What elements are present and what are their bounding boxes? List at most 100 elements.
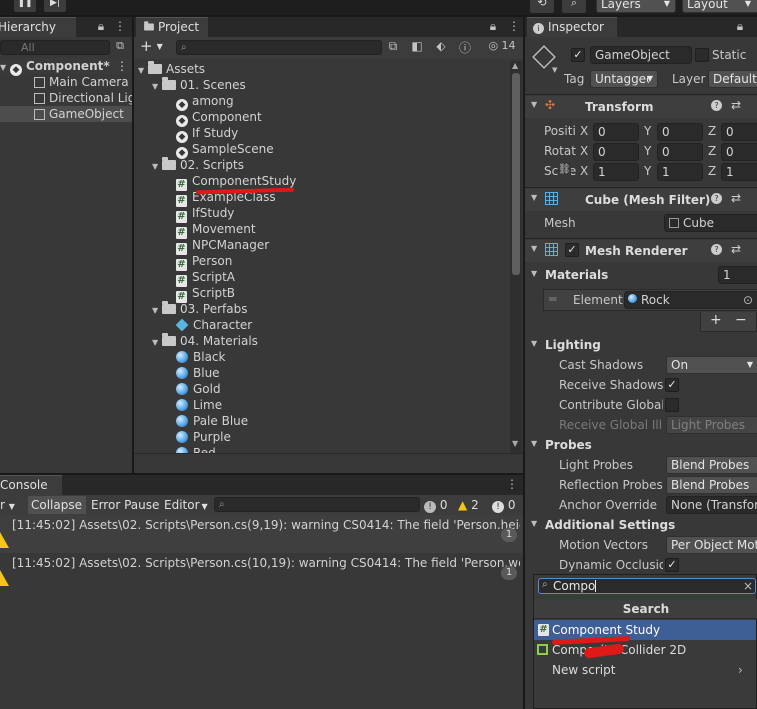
tab-inspector[interactable]: i Inspector (527, 17, 617, 37)
help-icon[interactable]: ? (711, 193, 722, 204)
object-name-field[interactable]: GameObject (590, 46, 692, 64)
result-component-study[interactable]: # Component Study (534, 620, 756, 640)
contribute-gi-toggle[interactable] (665, 398, 679, 412)
project-item-blue[interactable]: Blue (166, 365, 220, 381)
add-element-button[interactable]: + (710, 312, 722, 328)
project-item-movement[interactable]: # Movement (166, 221, 256, 239)
project-item-among[interactable]: ◆ among (166, 93, 234, 111)
static-toggle[interactable] (695, 48, 709, 62)
axis-y-label[interactable]: Y (644, 164, 651, 178)
project-item-pale-blue[interactable]: Pale Blue (166, 413, 248, 429)
transform-rotation-y-field[interactable]: 0 (657, 143, 703, 161)
project-item-01-scenes[interactable]: ▼ 01. Scenes (152, 77, 246, 93)
more-options-icon[interactable]: ⋮ (508, 19, 520, 33)
project-item-component[interactable]: ◆ Component (166, 109, 262, 127)
help-icon[interactable]: ? (711, 244, 722, 255)
axis-x-label[interactable]: X (580, 164, 588, 178)
mesh-renderer-enabled-toggle[interactable]: ✓ (565, 243, 579, 257)
lock-icon[interactable]: 🔒︎ (487, 19, 499, 34)
help-icon[interactable]: ? (711, 100, 722, 111)
error-count-toggle[interactable]: ! 0 (492, 496, 522, 514)
project-item-npcmanager[interactable]: # NPCManager (166, 237, 269, 255)
axis-y-label[interactable]: Y (644, 124, 651, 138)
collapse-arrow-icon[interactable]: ▼ (152, 159, 162, 175)
axis-z-label[interactable]: Z (708, 144, 716, 158)
active-toggle[interactable]: ✓ (571, 48, 585, 62)
step-button[interactable]: ▶| (44, 0, 66, 12)
collapse-button[interactable]: Collapse (28, 496, 86, 514)
clear-button[interactable]: r ▼ (0, 496, 26, 514)
project-item-character[interactable]: Character (166, 317, 252, 333)
transform-position-z-field[interactable]: 0 (721, 123, 757, 141)
hierarchy-item-main-camera[interactable]: Main Camera (34, 74, 129, 90)
project-item-componentstudy[interactable]: # ComponentStudy (166, 173, 296, 191)
lock-icon[interactable]: 🔒︎ (734, 19, 746, 34)
collapse-arrow-icon[interactable]: ▼ (152, 303, 162, 319)
project-item-red[interactable]: Red (166, 445, 216, 453)
result-new-script[interactable]: New script › (534, 660, 756, 680)
remove-element-button[interactable]: − (735, 312, 747, 328)
axis-z-label[interactable]: Z (708, 124, 716, 138)
hierarchy-scene-row[interactable]: ▼ ◆ Component* ⋮ (0, 58, 132, 76)
scroll-up-icon[interactable]: ▲ (512, 61, 518, 70)
project-item-samplescene[interactable]: ◆ SampleScene (166, 141, 274, 159)
project-item-scriptb[interactable]: # ScriptB (166, 285, 235, 303)
tab-hierarchy[interactable]: Hierarchy (0, 17, 76, 37)
lock-icon[interactable]: 🔒︎ (95, 19, 107, 34)
settings-sliders-icon[interactable]: ⇄ (731, 191, 741, 205)
collapse-arrow-icon[interactable]: ▼ (152, 335, 162, 351)
mesh-renderer-header[interactable]: ▼ ✓ Mesh Renderer ? ⇄ (525, 240, 757, 262)
axis-z-label[interactable]: Z (708, 164, 716, 178)
anchor-override-field[interactable]: None (Transform) (666, 496, 757, 514)
visibility-icon[interactable]: ◎ 14 (484, 39, 520, 52)
project-item-lime[interactable]: Lime (166, 397, 222, 413)
lighting-foldout[interactable]: ▼ Lighting (525, 336, 757, 356)
more-options-icon[interactable]: ⋮ (114, 19, 126, 33)
transform-scale-x-field[interactable]: 1 (593, 163, 639, 181)
project-item-person[interactable]: # Person (166, 253, 232, 271)
mesh-filter-header[interactable]: ▼ Cube (Mesh Filter) ? ⇄ (525, 189, 757, 211)
scroll-thumb[interactable] (512, 73, 520, 275)
transform-position-x-field[interactable]: 0 (593, 123, 639, 141)
element-material-field[interactable]: Rock ⊙ (624, 291, 757, 309)
settings-sliders-icon[interactable]: ⇄ (731, 242, 741, 256)
project-item-gold[interactable]: Gold (166, 381, 221, 397)
error-pause-button[interactable]: Error Pause (88, 496, 160, 514)
component-search-input[interactable]: ⌕ Compo × (538, 578, 756, 594)
editor-dropdown[interactable]: Editor ▼ (162, 496, 210, 514)
project-item-black[interactable]: Black (166, 349, 225, 365)
object-picker-icon[interactable]: ⊙ (743, 292, 753, 308)
axis-y-label[interactable]: Y (644, 144, 651, 158)
project-item-03-perfabs[interactable]: ▼ 03. Perfabs (152, 301, 247, 317)
hierarchy-search-input[interactable]: All (0, 40, 110, 55)
scene-menu-icon[interactable]: ⋮ (116, 58, 128, 74)
additional-settings-foldout[interactable]: ▼ Additional Settings (525, 516, 757, 536)
project-item-if-study[interactable]: ◆ If Study (166, 125, 238, 143)
tab-console[interactable]: Console (0, 475, 62, 495)
reflection-probes-dropdown[interactable]: Blend Probes (666, 476, 757, 494)
search-filter-icon[interactable]: ⧉ (112, 39, 128, 53)
cast-shadows-dropdown[interactable]: On ▼ (666, 356, 757, 374)
layer-dropdown[interactable]: Default (708, 70, 757, 88)
tag-icon[interactable]: ⬖ (434, 39, 448, 53)
error-filter-icon[interactable]: ⓘ (458, 39, 472, 56)
project-search-input[interactable]: ⌕ (176, 40, 382, 55)
search-by-type-icon[interactable]: ⧉ (386, 39, 400, 54)
mesh-object-field[interactable]: Cube (664, 214, 757, 232)
clear-search-icon[interactable]: × (743, 579, 753, 593)
more-options-icon[interactable]: ⋮ (506, 477, 518, 491)
warning-count-toggle[interactable]: ▲ 2 (458, 496, 488, 514)
tab-project[interactable]: Project (136, 17, 208, 37)
transform-position-y-field[interactable]: 0 (657, 123, 703, 141)
dynamic-occlusion-toggle[interactable]: ✓ (665, 558, 679, 572)
project-item-02-scripts[interactable]: ▼ 02. Scripts (152, 157, 244, 173)
axis-x-label[interactable]: X (580, 144, 588, 158)
history-icon[interactable]: ⟲ (530, 0, 554, 13)
project-item-04-materials[interactable]: ▼ 04. Materials (152, 333, 258, 349)
search-by-label-icon[interactable]: ◧ (410, 39, 424, 53)
project-scrollbar[interactable]: ▲ ▼ (510, 61, 522, 453)
receive-shadows-toggle[interactable]: ✓ (665, 378, 679, 392)
project-item-purple[interactable]: Purple (166, 429, 231, 445)
layers-dropdown[interactable]: Layers ▼ (596, 0, 676, 13)
axis-x-label[interactable]: X (580, 124, 588, 138)
